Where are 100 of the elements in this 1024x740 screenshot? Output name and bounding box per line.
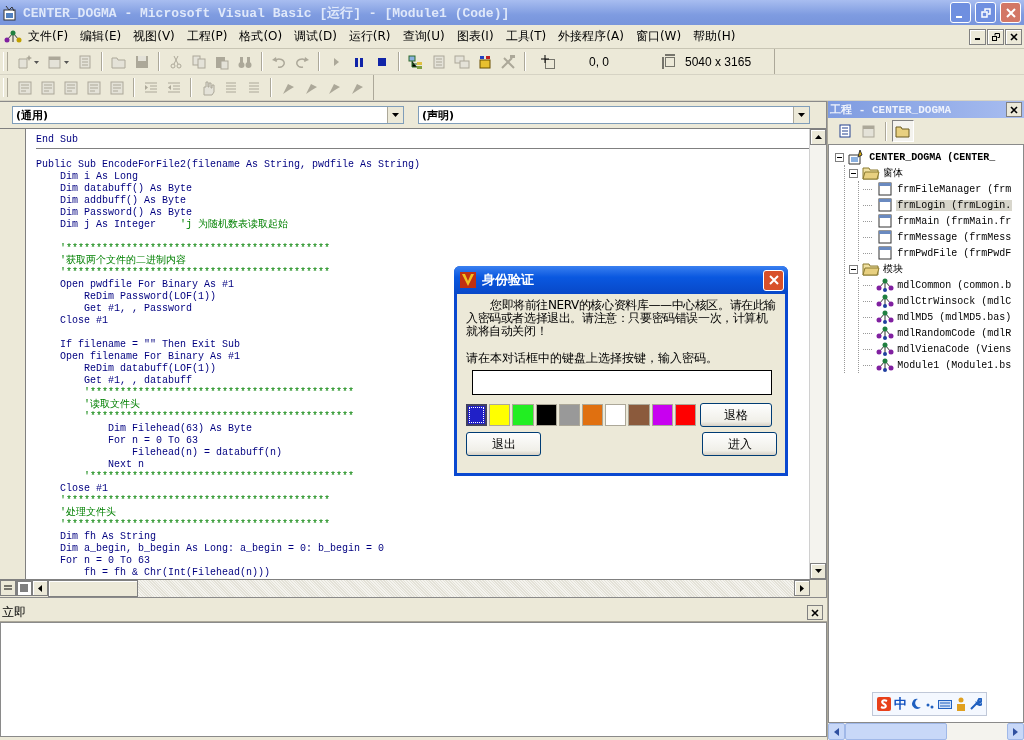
enter-button[interactable]: 进入 bbox=[702, 432, 777, 456]
tree-item[interactable]: frmLogin (frmLogin. bbox=[896, 199, 1013, 211]
tree-item[interactable]: 模块 bbox=[882, 262, 905, 276]
lines-icon bbox=[3, 584, 13, 592]
folder-icon bbox=[862, 261, 881, 277]
menu-item[interactable]: 格式(O) bbox=[233, 26, 289, 47]
color-key[interactable] bbox=[535, 404, 557, 426]
folder-icon[interactable] bbox=[895, 123, 912, 139]
close-button[interactable] bbox=[1006, 102, 1022, 117]
menu-item[interactable]: 文件(F) bbox=[22, 26, 75, 47]
exit-button[interactable]: 退出 bbox=[466, 432, 541, 456]
menu-item[interactable]: 查询(U) bbox=[396, 26, 451, 47]
panel-title: 立即 bbox=[1, 604, 26, 621]
tree-item[interactable]: frmMain (frmMain.fr bbox=[896, 215, 1013, 227]
color-key[interactable] bbox=[489, 404, 511, 426]
procedure-dropdown[interactable]: (声明) bbox=[418, 106, 811, 124]
menu-item[interactable]: 工具(T) bbox=[499, 26, 553, 47]
module-view-button[interactable] bbox=[16, 580, 32, 596]
code-line: For n = 0 To 63 bbox=[60, 555, 150, 567]
menu-item[interactable]: 调试(D) bbox=[288, 26, 343, 47]
form-icon bbox=[876, 197, 895, 213]
code-comment: '******************************************** bbox=[60, 519, 331, 531]
menu-item[interactable]: 外接程序(A) bbox=[552, 26, 630, 47]
object-dropdown[interactable]: (通用) bbox=[12, 106, 405, 124]
tree-item[interactable]: frmPwdFile (frmPwdF bbox=[896, 247, 1013, 259]
form-icon bbox=[876, 181, 895, 197]
code-line: Close #1 bbox=[60, 315, 108, 327]
color-key[interactable] bbox=[628, 404, 650, 426]
tree-item[interactable]: mdlVienaCode (Viens bbox=[896, 343, 1013, 355]
restore-button[interactable] bbox=[987, 28, 1004, 45]
menu-item[interactable]: 视图(V) bbox=[127, 26, 181, 47]
keyboard-icon[interactable] bbox=[937, 698, 952, 710]
close-button[interactable] bbox=[807, 605, 824, 620]
down-arrow-icon[interactable] bbox=[814, 569, 822, 573]
code-line: Open pwdfile For Binary As #1 bbox=[60, 279, 235, 291]
tree-item[interactable]: frmFileManager (frm bbox=[896, 183, 1013, 195]
code-view-icon[interactable] bbox=[837, 123, 854, 139]
instruction-text: 请在本对话框中的键盘上选择按键，输入密码。 bbox=[466, 352, 719, 365]
code-comment: '******************************************** bbox=[60, 243, 331, 254]
up-arrow-icon[interactable] bbox=[814, 135, 822, 139]
code-line: Dim j As Integer bbox=[60, 219, 156, 231]
form-icon bbox=[876, 213, 895, 229]
tree-item[interactable]: 窗体 bbox=[882, 166, 905, 180]
size-readout: 5040 x 3165 bbox=[685, 54, 752, 69]
color-key[interactable] bbox=[605, 404, 627, 426]
input-mode[interactable]: 中 bbox=[893, 695, 907, 713]
left-arrow-icon[interactable] bbox=[38, 584, 42, 592]
menu-item[interactable]: 工程(P) bbox=[180, 26, 234, 47]
tree-item[interactable]: mdlMD5 (mdlMD5.bas) bbox=[896, 311, 1013, 323]
menu-item[interactable]: 帮助(H) bbox=[687, 26, 742, 47]
backspace-button[interactable]: 退格 bbox=[699, 403, 772, 427]
position-icon bbox=[540, 53, 556, 70]
tree-item[interactable]: Module1 (Module1.bs bbox=[896, 359, 1013, 371]
vertical-scrollbar[interactable] bbox=[809, 129, 827, 579]
tree-item[interactable]: mdlCommon (common.b bbox=[896, 279, 1013, 291]
color-key[interactable] bbox=[512, 404, 534, 426]
module-icon bbox=[876, 293, 895, 309]
color-key[interactable] bbox=[651, 404, 673, 426]
code-line: Dim Filehead(63) As Byte bbox=[108, 423, 253, 435]
menu-item[interactable]: 运行(R) bbox=[342, 26, 397, 47]
code-comment: '******************************************** bbox=[60, 267, 331, 279]
wrench-icon[interactable] bbox=[969, 698, 982, 710]
password-field[interactable] bbox=[472, 370, 772, 395]
minimize-button[interactable] bbox=[969, 28, 986, 45]
tree-item[interactable]: mdlCtrWinsock (mdlC bbox=[896, 295, 1013, 307]
procedure-view-button[interactable] bbox=[0, 580, 16, 596]
tree-item[interactable]: CENTER_DOGMA (CENTER_ bbox=[868, 151, 997, 163]
code-line: Get #1, , Password bbox=[84, 303, 193, 315]
tree-icon[interactable] bbox=[408, 53, 424, 70]
close-button[interactable] bbox=[1005, 28, 1022, 45]
tree-item[interactable]: mdlRandomCode (mdlR bbox=[896, 327, 1013, 339]
form-icon bbox=[876, 229, 895, 245]
panel-title: 工程 - CENTER_DOGMA bbox=[829, 103, 952, 117]
horizontal-scrollbar[interactable] bbox=[32, 580, 811, 597]
restore-icon bbox=[991, 32, 1000, 41]
caret-icon bbox=[391, 112, 400, 118]
box-icon[interactable] bbox=[477, 53, 493, 70]
color-key[interactable] bbox=[674, 404, 696, 426]
code-comment: '******************************************** bbox=[84, 387, 355, 398]
input-method-bar[interactable]: 中 bbox=[871, 692, 987, 716]
menu-item[interactable]: 图表(I) bbox=[450, 26, 500, 47]
menu-item[interactable]: 编辑(E) bbox=[74, 26, 128, 47]
lines-icon bbox=[19, 584, 29, 592]
restore-icon bbox=[980, 7, 991, 18]
logo-icon bbox=[876, 697, 891, 711]
color-key[interactable] bbox=[582, 404, 604, 426]
collapse-icon[interactable] bbox=[849, 264, 859, 274]
color-key[interactable] bbox=[466, 404, 488, 426]
code-comment: 'j 为随机数表读取起始 bbox=[180, 219, 289, 231]
close-icon bbox=[1009, 32, 1018, 41]
moon-icon[interactable] bbox=[909, 698, 922, 710]
color-key[interactable] bbox=[558, 404, 580, 426]
collapse-icon[interactable] bbox=[849, 168, 859, 178]
collapse-icon[interactable] bbox=[835, 152, 845, 162]
code-line: Dim a_begin, b_begin As Long: a_begin = 0: b_begin = 0 bbox=[60, 543, 385, 555]
menu-item[interactable]: 窗口(W) bbox=[629, 26, 688, 47]
code-line: Close #1 bbox=[60, 483, 108, 495]
code-line: For n = 0 To 63 bbox=[108, 435, 198, 447]
right-arrow-icon[interactable] bbox=[800, 584, 805, 592]
tree-item[interactable]: frmMessage (frmMess bbox=[896, 231, 1013, 243]
